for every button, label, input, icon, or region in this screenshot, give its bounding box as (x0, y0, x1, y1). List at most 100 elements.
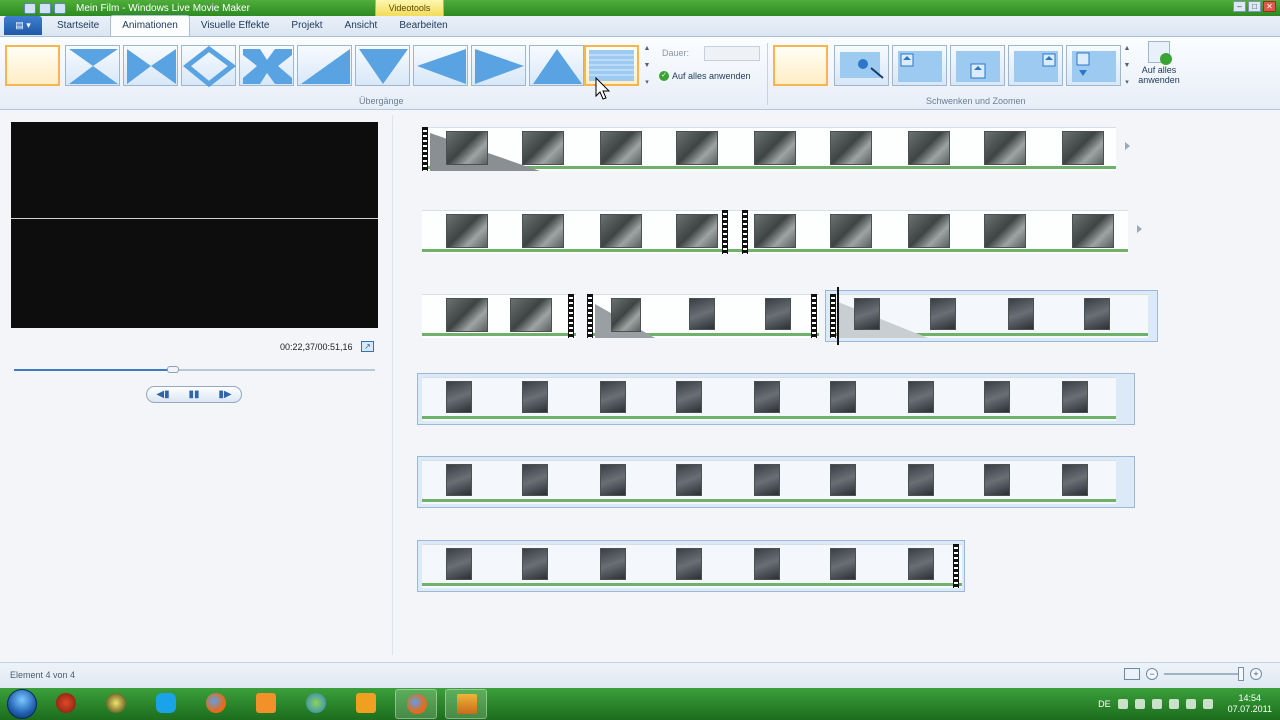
close-button[interactable]: ✕ (1263, 1, 1276, 12)
panzoom-pan-down[interactable] (1066, 45, 1121, 86)
tab-projekt[interactable]: Projekt (280, 16, 333, 36)
clip-row-2[interactable] (422, 210, 1128, 254)
clip-boundary (722, 210, 728, 254)
playhead[interactable] (837, 287, 839, 345)
taskbar: DE 14:54 07.07.2011 (0, 688, 1280, 720)
video-frame (446, 214, 488, 248)
redo-icon[interactable] (54, 2, 66, 14)
ribbon-tab-bar: ▤ ▾ Startseite Animationen Visuelle Effe… (0, 15, 1280, 37)
video-frame (689, 298, 715, 330)
group-label-panzoom: Schwenken und Zoomen (926, 96, 1026, 106)
video-frame (1062, 464, 1088, 496)
transitions-gallery-scroll[interactable]: ▲ ▼ ▾ (642, 45, 652, 86)
clip-boundary (587, 294, 593, 338)
duration-input[interactable] (704, 46, 760, 61)
zoom-slider-thumb[interactable] (1237, 667, 1244, 681)
panzoom-zoom-in-center[interactable] (950, 45, 1005, 86)
status-text: Element 4 von 4 (10, 670, 76, 680)
transition-hourglass[interactable] (65, 45, 120, 86)
panzoom-gallery-scroll[interactable]: ▲ ▼ ▾ (1122, 45, 1132, 86)
transition-arrow-left[interactable] (413, 45, 468, 86)
transition-diamond[interactable] (181, 45, 237, 87)
pane-divider[interactable] (392, 115, 393, 655)
zoom-in-button[interactable]: + (1250, 668, 1262, 680)
tab-visuelle-effekte[interactable]: Visuelle Effekte (190, 16, 281, 36)
zoom-out-button[interactable]: − (1146, 668, 1158, 680)
taskbar-app-firefox-2[interactable] (395, 689, 437, 719)
taskbar-app-skype[interactable] (145, 689, 187, 719)
seek-bar-thumb[interactable] (166, 366, 179, 373)
fullscreen-icon[interactable]: ↗ (361, 341, 374, 352)
taskbar-app-winamp[interactable] (95, 689, 137, 719)
transition-cross[interactable] (239, 45, 294, 86)
transition-triangle-up[interactable] (529, 45, 584, 86)
tray-icon-steam[interactable] (1117, 699, 1128, 709)
start-button[interactable] (7, 689, 37, 719)
tab-animationen[interactable]: Animationen (110, 15, 190, 36)
apply-all-label: Auf alles anwenden (672, 71, 751, 81)
clip-row-3c[interactable] (830, 294, 1148, 338)
video-frame (830, 381, 856, 413)
tab-bearbeiten[interactable]: Bearbeiten (388, 16, 458, 36)
transition-arrow-right[interactable] (471, 45, 526, 86)
video-frame (908, 464, 934, 496)
tab-startseite[interactable]: Startseite (46, 16, 110, 36)
save-icon[interactable] (24, 2, 36, 14)
row-continue-arrow (1125, 142, 1130, 150)
tray-icon-flag[interactable] (1185, 699, 1196, 709)
app-menu-button[interactable]: ▤ ▾ (4, 16, 42, 35)
transition-bowtie[interactable] (123, 45, 178, 86)
seek-bar[interactable] (14, 366, 375, 373)
clip-row-3a[interactable] (422, 294, 576, 338)
pause-button[interactable]: ▮▮ (188, 389, 199, 400)
taskbar-app-media-player[interactable] (345, 689, 387, 719)
tray-icon-volume[interactable] (1202, 699, 1213, 709)
video-frame (600, 464, 626, 496)
next-frame-button[interactable]: ▮▶ (218, 389, 231, 400)
row-continue-arrow (1137, 225, 1142, 233)
tray-icon-network[interactable] (1151, 699, 1162, 709)
zoom-slider[interactable] (1164, 667, 1244, 681)
video-frame (1008, 298, 1034, 330)
transition-triangle-down[interactable] (355, 45, 410, 86)
previous-frame-button[interactable]: ◀▮ (156, 389, 169, 400)
video-frame (522, 464, 548, 496)
tab-ansicht[interactable]: Ansicht (334, 16, 389, 36)
taskbar-app-movie-maker[interactable] (445, 689, 487, 719)
video-frame (984, 214, 1026, 248)
transition-none[interactable] (5, 45, 60, 86)
clock[interactable]: 14:54 07.07.2011 (1228, 693, 1272, 715)
minimize-button[interactable]: – (1233, 1, 1246, 12)
clip-boundary (811, 294, 817, 338)
panzoom-none[interactable] (773, 45, 828, 86)
apply-all-transitions-button[interactable]: ✓ Auf alles anwenden (659, 71, 751, 81)
video-frame (510, 298, 552, 332)
video-frame (754, 381, 780, 413)
panzoom-zoom-in-left[interactable] (892, 45, 947, 86)
clip-row-3b[interactable] (587, 294, 819, 338)
video-preview[interactable] (11, 122, 378, 328)
clip-boundary (568, 294, 574, 338)
video-frame (854, 298, 880, 330)
panzoom-automatic[interactable] (834, 45, 889, 86)
taskbar-app-firefox[interactable] (195, 689, 237, 719)
transition-diagonal[interactable] (297, 45, 352, 86)
apply-all-panzoom-button[interactable]: Auf alles anwenden (1134, 41, 1184, 85)
panzoom-zoom-in-right[interactable] (1008, 45, 1063, 86)
quick-access-toolbar (24, 2, 66, 14)
clip-row-6[interactable] (422, 544, 962, 588)
taskbar-app-red-circle[interactable] (45, 689, 87, 719)
clip-row-5[interactable] (422, 460, 1116, 504)
storyboard-view-icon[interactable] (1124, 668, 1140, 680)
undo-icon[interactable] (39, 2, 51, 14)
maximize-button[interactable]: □ (1248, 1, 1261, 12)
apply-all-line2: anwenden (1138, 75, 1180, 85)
clip-1-row-1[interactable] (422, 127, 1116, 171)
language-indicator[interactable]: DE (1098, 699, 1111, 709)
taskbar-app-mail[interactable] (245, 689, 287, 719)
clip-row-4[interactable] (422, 377, 1116, 421)
tray-icon-app[interactable] (1134, 699, 1145, 709)
video-frame (522, 131, 564, 165)
taskbar-app-messenger[interactable] (295, 689, 337, 719)
tray-icon-shield[interactable] (1168, 699, 1179, 709)
